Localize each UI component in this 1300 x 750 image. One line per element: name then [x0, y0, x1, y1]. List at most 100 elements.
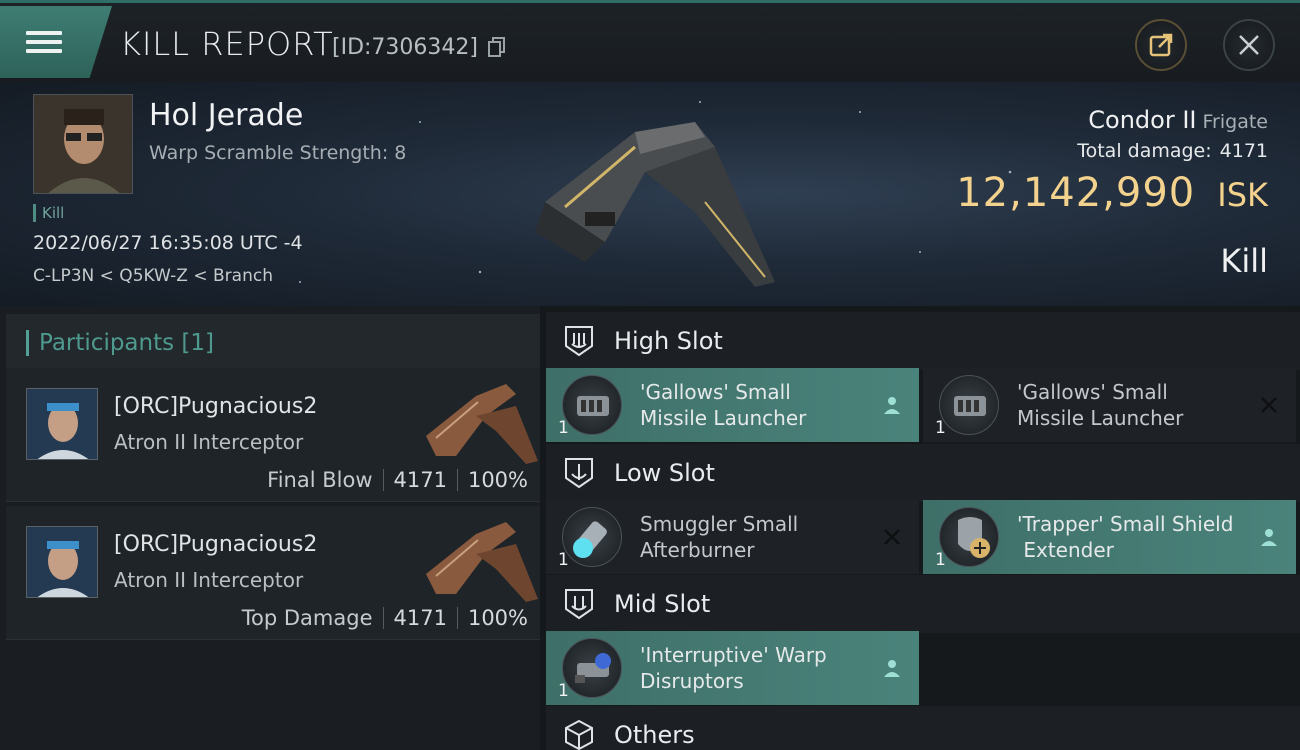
- warp-disruptor-icon: [562, 638, 622, 698]
- low-slot-icon: [565, 458, 593, 489]
- participant-role: Final Blow: [267, 468, 373, 492]
- participant-stats: Top Damage 4171 100%: [242, 606, 528, 630]
- participant-name[interactable]: [ORC]Pugnacious2: [114, 394, 317, 419]
- module-name: 'Gallows' Small Missile Launcher: [1017, 379, 1183, 431]
- fitted-person-icon: [1261, 529, 1277, 546]
- others-label: Others: [614, 721, 695, 749]
- module-quantity: 1: [558, 681, 569, 701]
- participant-role: Top Damage: [241, 606, 373, 630]
- participant-card[interactable]: [ORC]Pugnacious2 Atron II Interceptor Fi…: [6, 368, 540, 502]
- module-quantity: 1: [558, 418, 569, 438]
- copy-icon[interactable]: [488, 37, 506, 57]
- avatar: [27, 527, 97, 597]
- afterburner-icon: [562, 507, 622, 567]
- divider: [456, 469, 458, 491]
- mid-slot-icon: [565, 589, 593, 620]
- report-id: [ID:7306342]: [332, 35, 478, 60]
- module-name: 'Trapper' Small Shield Extender: [1017, 511, 1233, 563]
- module-item[interactable]: 1 'Interruptive' Warp Disruptors: [546, 631, 919, 705]
- victim-banner: Hol Jerade Warp Scramble Strength: 8 Kil…: [0, 82, 1300, 306]
- participant-portrait[interactable]: [26, 526, 98, 598]
- avatar: [34, 95, 132, 193]
- others-header: Others: [546, 706, 1300, 750]
- participant-percent: 100%: [467, 468, 528, 492]
- participant-ship: Atron II Interceptor: [114, 430, 304, 454]
- victim-ship-image[interactable]: [525, 92, 785, 292]
- victim-subtitle: Warp Scramble Strength: 8: [149, 142, 407, 164]
- destroyed-x-icon: [1261, 397, 1277, 413]
- close-button[interactable]: [1223, 19, 1275, 71]
- participant-ship-image[interactable]: [416, 376, 540, 466]
- module-name-line1: Smuggler Small: [640, 512, 799, 536]
- high-slot-icon: [565, 326, 593, 357]
- module-name-line1: 'Gallows' Small: [1017, 380, 1168, 404]
- missile-launcher-icon: [939, 375, 999, 435]
- divider: [382, 469, 384, 491]
- close-icon: [1239, 35, 1259, 55]
- participant-stats: Final Blow 4171 100%: [267, 468, 528, 492]
- isk-value-row: 12,142,990 ISK: [956, 170, 1268, 216]
- module-item[interactable]: 1 'Gallows' Small Missile Launcher: [546, 368, 919, 442]
- isk-value: 12,142,990: [956, 170, 1196, 216]
- module-name-line1: 'Interruptive' Warp: [640, 643, 827, 667]
- isk-unit: ISK: [1217, 176, 1268, 214]
- total-damage-label: Total damage:: [1077, 140, 1212, 162]
- low-slot-header: Low Slot: [546, 444, 1300, 502]
- module-item[interactable]: 1 'Trapper' Small Shield Extender: [923, 500, 1296, 574]
- share-icon: [1149, 33, 1173, 57]
- header-bar: KILL REPORT [ID:7306342]: [0, 0, 1300, 82]
- high-slot-label: High Slot: [614, 327, 723, 355]
- participant-portrait[interactable]: [26, 388, 98, 460]
- missile-launcher-icon: [562, 375, 622, 435]
- kill-location[interactable]: C-LP3N < Q5KW-Z < Branch: [33, 266, 273, 286]
- hamburger-icon: [26, 26, 62, 58]
- participant-damage: 4171: [393, 468, 447, 492]
- module-name: 'Gallows' Small Missile Launcher: [640, 379, 806, 431]
- victim-portrait[interactable]: [33, 94, 133, 194]
- participant-percent: 100%: [467, 606, 528, 630]
- module-quantity: 1: [935, 418, 946, 438]
- participants-title: Participants [1]: [39, 330, 214, 356]
- ship-name-text: Condor II: [1088, 106, 1197, 134]
- module-name-line2: Disruptors: [640, 669, 744, 693]
- fitting-panel: High Slot 1 'Gallows' Small Missile Laun…: [540, 306, 1300, 750]
- module-name-line2: Missile Launcher: [640, 406, 807, 430]
- avatar: [27, 389, 97, 459]
- mid-slot-label: Mid Slot: [614, 590, 711, 618]
- module-name-line1: 'Gallows' Small: [640, 380, 791, 404]
- participant-ship: Atron II Interceptor: [114, 568, 304, 592]
- participants-panel: Participants [1] [ORC]Pugnacious2 Atron …: [0, 306, 540, 750]
- header-accent: [26, 330, 29, 356]
- fitted-person-icon: [884, 397, 900, 414]
- shield-extender-icon: [939, 507, 999, 567]
- module-item[interactable]: 1 'Gallows' Small Missile Launcher: [923, 368, 1296, 442]
- module-name: Smuggler Small Afterburner: [640, 511, 798, 563]
- participant-ship-image[interactable]: [416, 514, 540, 604]
- total-damage-value: 4171: [1219, 140, 1268, 162]
- high-slot-header: High Slot: [546, 312, 1300, 370]
- module-name: 'Interruptive' Warp Disruptors: [640, 642, 827, 694]
- victim-ship-name[interactable]: Condor II Frigate: [1088, 106, 1268, 134]
- kill-tag: Kill: [33, 204, 64, 222]
- module-name-line1: 'Trapper' Small Shield: [1017, 512, 1234, 536]
- mid-slot-header: Mid Slot: [546, 575, 1300, 633]
- module-item[interactable]: 1 Smuggler Small Afterburner: [546, 500, 919, 574]
- fitted-person-icon: [884, 660, 900, 677]
- destroyed-x-icon: [884, 529, 900, 545]
- participants-header: Participants [1]: [6, 314, 540, 372]
- participant-card[interactable]: [ORC]Pugnacious2 Atron II Interceptor To…: [6, 506, 540, 640]
- kill-datetime: 2022/06/27 16:35:08 UTC -4: [33, 232, 303, 254]
- menu-button[interactable]: [0, 6, 112, 78]
- result-label: Kill: [1220, 242, 1268, 280]
- module-name-line2: Extender: [1017, 538, 1114, 562]
- victim-name[interactable]: Hol Jerade: [149, 98, 303, 133]
- share-button[interactable]: [1135, 19, 1187, 71]
- module-quantity: 1: [558, 550, 569, 570]
- divider: [382, 607, 384, 629]
- low-slot-label: Low Slot: [614, 459, 715, 487]
- participant-damage: 4171: [393, 606, 447, 630]
- page-title: KILL REPORT: [120, 25, 334, 63]
- module-name-line2: Missile Launcher: [1017, 406, 1184, 430]
- cargo-box-icon: [565, 719, 593, 750]
- participant-name[interactable]: [ORC]Pugnacious2: [114, 532, 317, 557]
